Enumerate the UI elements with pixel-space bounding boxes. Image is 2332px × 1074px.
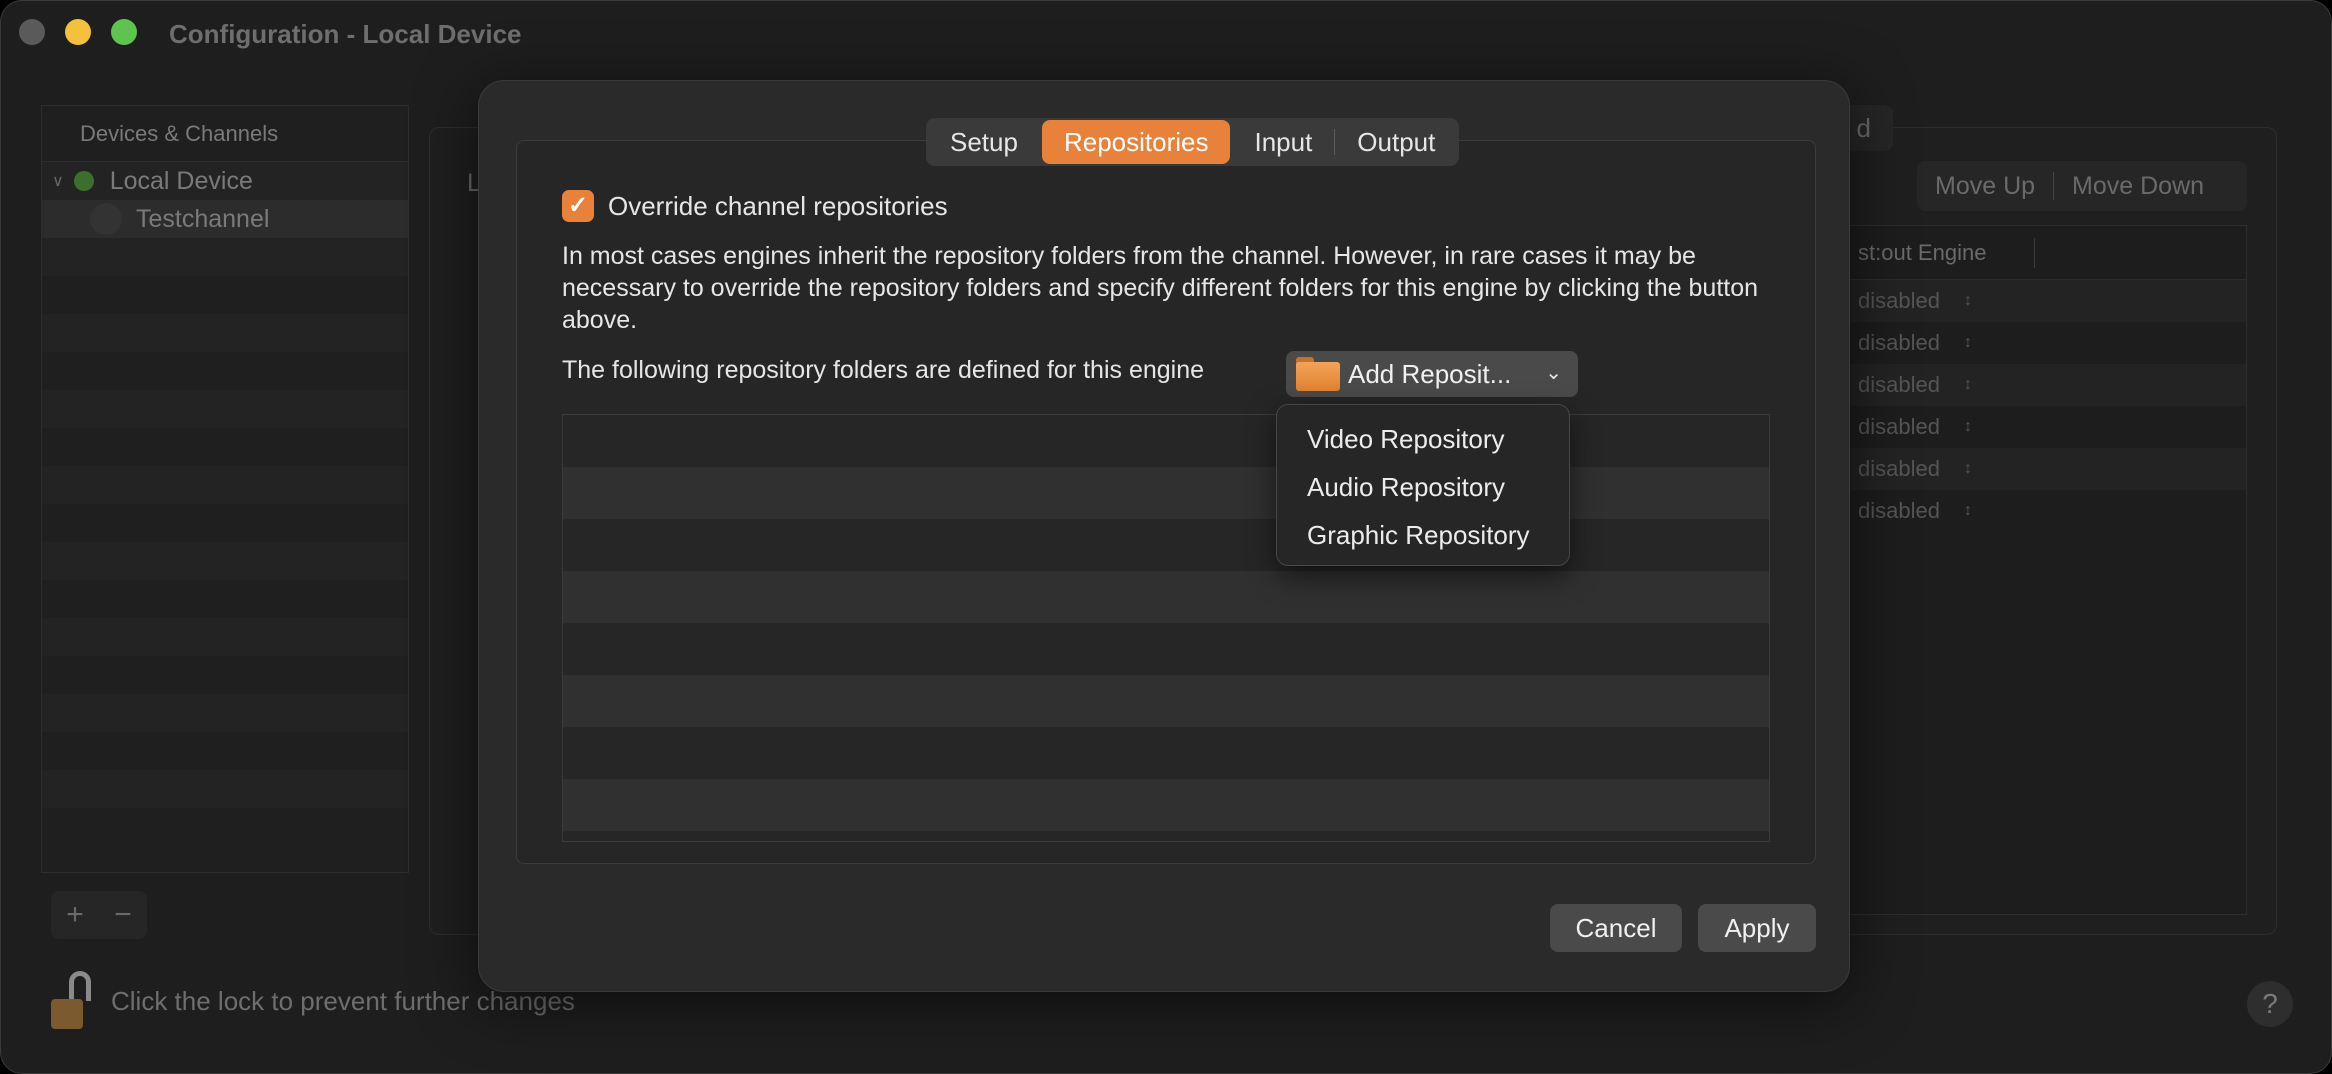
add-button[interactable]: + [51,898,99,932]
override-checkbox[interactable]: ✓ [562,190,594,222]
chevron-down-icon: ⌄ [1545,362,1562,384]
remove-button[interactable]: − [99,898,147,932]
table-row[interactable] [563,571,1769,623]
folders-label: The following repository folders are def… [562,356,1205,384]
table-header: st:out Engine [1846,226,2246,280]
tab-output[interactable]: Output [1335,120,1457,164]
column-header-engine: st:out Engine [1858,240,1987,265]
add-remove-control: + − [51,891,147,939]
sidebar-header: Devices & Channels [42,106,408,162]
stepper-icon[interactable]: ↕ [1964,502,1972,520]
add-repository-button[interactable]: Add Reposit... ⌄ [1286,351,1578,397]
table-row[interactable] [563,467,1769,519]
move-up-button[interactable]: Move Up [1917,172,2053,201]
row-value: disabled [1858,372,1940,397]
table-row[interactable]: disabled ↕ [1846,364,2246,406]
menu-item-audio-repository[interactable]: Audio Repository [1277,463,1569,511]
tab-input[interactable]: Input [1232,120,1334,164]
table-row[interactable]: disabled ↕ [1846,406,2246,448]
disclosure-chevron-icon[interactable]: ∨ [52,171,64,191]
sidebar-item-testchannel[interactable]: Testchannel [42,200,408,238]
cancel-button[interactable]: Cancel [1550,904,1682,952]
title-bar: Configuration - Local Device [1,1,2331,67]
sidebar-empty-rows [42,238,408,846]
row-value: disabled [1858,288,1940,313]
table-row[interactable]: disabled ↕ [1846,280,2246,322]
stepper-icon[interactable]: ↕ [1964,460,1972,478]
table-row[interactable]: disabled ↕ [1846,448,2246,490]
add-repository-menu: Video Repository Audio Repository Graphi… [1276,404,1570,566]
apply-button[interactable]: Apply [1698,904,1816,952]
row-value: disabled [1858,330,1940,355]
move-buttons: Move Up Move Down [1917,161,2247,211]
table-row[interactable] [563,519,1769,571]
add-repository-label: Add Reposit... [1348,358,1512,389]
row-value: disabled [1858,498,1940,523]
lock-icon[interactable] [49,971,93,1031]
tab-bar: Setup Repositories Input Output [926,118,1460,166]
channel-icon [90,203,122,235]
tab-repositories[interactable]: Repositories [1041,120,1231,164]
tab-setup[interactable]: Setup [928,120,1040,164]
repository-table[interactable] [562,414,1770,842]
menu-item-video-repository[interactable]: Video Repository [1277,415,1569,463]
engine-table: st:out Engine disabled ↕ disabled ↕ disabl… [1845,225,2247,915]
override-row: ✓ Override channel repositories [562,190,948,222]
close-window-button[interactable] [19,19,45,45]
table-row[interactable] [563,623,1769,675]
zoom-window-button[interactable] [111,19,137,45]
sidebar-item-label: Local Device [109,166,253,195]
devices-sidebar: Devices & Channels ∨ Local Device Testch… [41,105,409,873]
menu-item-graphic-repository[interactable]: Graphic Repository [1277,511,1569,559]
table-row[interactable]: disabled ↕ [1846,322,2246,364]
move-down-button[interactable]: Move Down [2054,172,2222,201]
stepper-icon[interactable]: ↕ [1964,292,1972,310]
row-value: disabled [1858,456,1940,481]
minimize-window-button[interactable] [65,19,91,45]
window-title: Configuration - Local Device [169,19,522,49]
override-label[interactable]: Override channel repositories [608,191,948,222]
table-row[interactable] [563,779,1769,831]
table-row[interactable]: disabled ↕ [1846,490,2246,532]
row-value: disabled [1858,414,1940,439]
stepper-icon[interactable]: ↕ [1964,334,1972,352]
stepper-icon[interactable]: ↕ [1964,418,1972,436]
help-button[interactable]: ? [2247,981,2293,1027]
table-row[interactable] [563,415,1769,467]
sidebar-item-label: Testchannel [136,204,270,233]
description-text: In most cases engines inherit the reposi… [562,242,1759,334]
table-row[interactable] [563,831,1769,841]
table-row[interactable] [563,727,1769,779]
table-row[interactable] [563,675,1769,727]
sidebar-item-local-device[interactable]: ∨ Local Device [42,162,408,200]
stepper-icon[interactable]: ↕ [1964,376,1972,394]
status-dot-icon [73,171,94,191]
folder-icon [1296,357,1340,391]
